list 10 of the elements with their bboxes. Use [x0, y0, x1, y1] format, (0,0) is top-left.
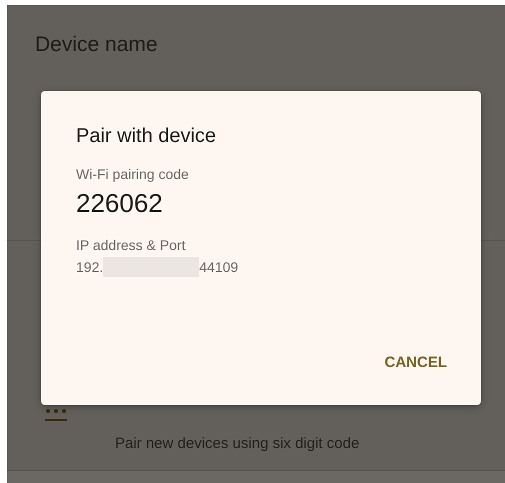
ip-address-label: IP address & Port — [76, 237, 186, 253]
dots-icon — [45, 408, 67, 422]
pair-code-subtitle: Pair new devices using six digit code — [115, 435, 360, 452]
ip-address-end: 44109 — [199, 259, 238, 275]
cancel-button[interactable]: CANCEL — [384, 348, 447, 377]
ip-address-start: 192. — [76, 259, 104, 275]
pairing-code: 226062 — [76, 188, 164, 219]
pairing-code-label: Wi-Fi pairing code — [76, 166, 190, 182]
device-name-title: Device name — [35, 33, 159, 57]
dialog-title: Pair with device — [76, 125, 218, 148]
